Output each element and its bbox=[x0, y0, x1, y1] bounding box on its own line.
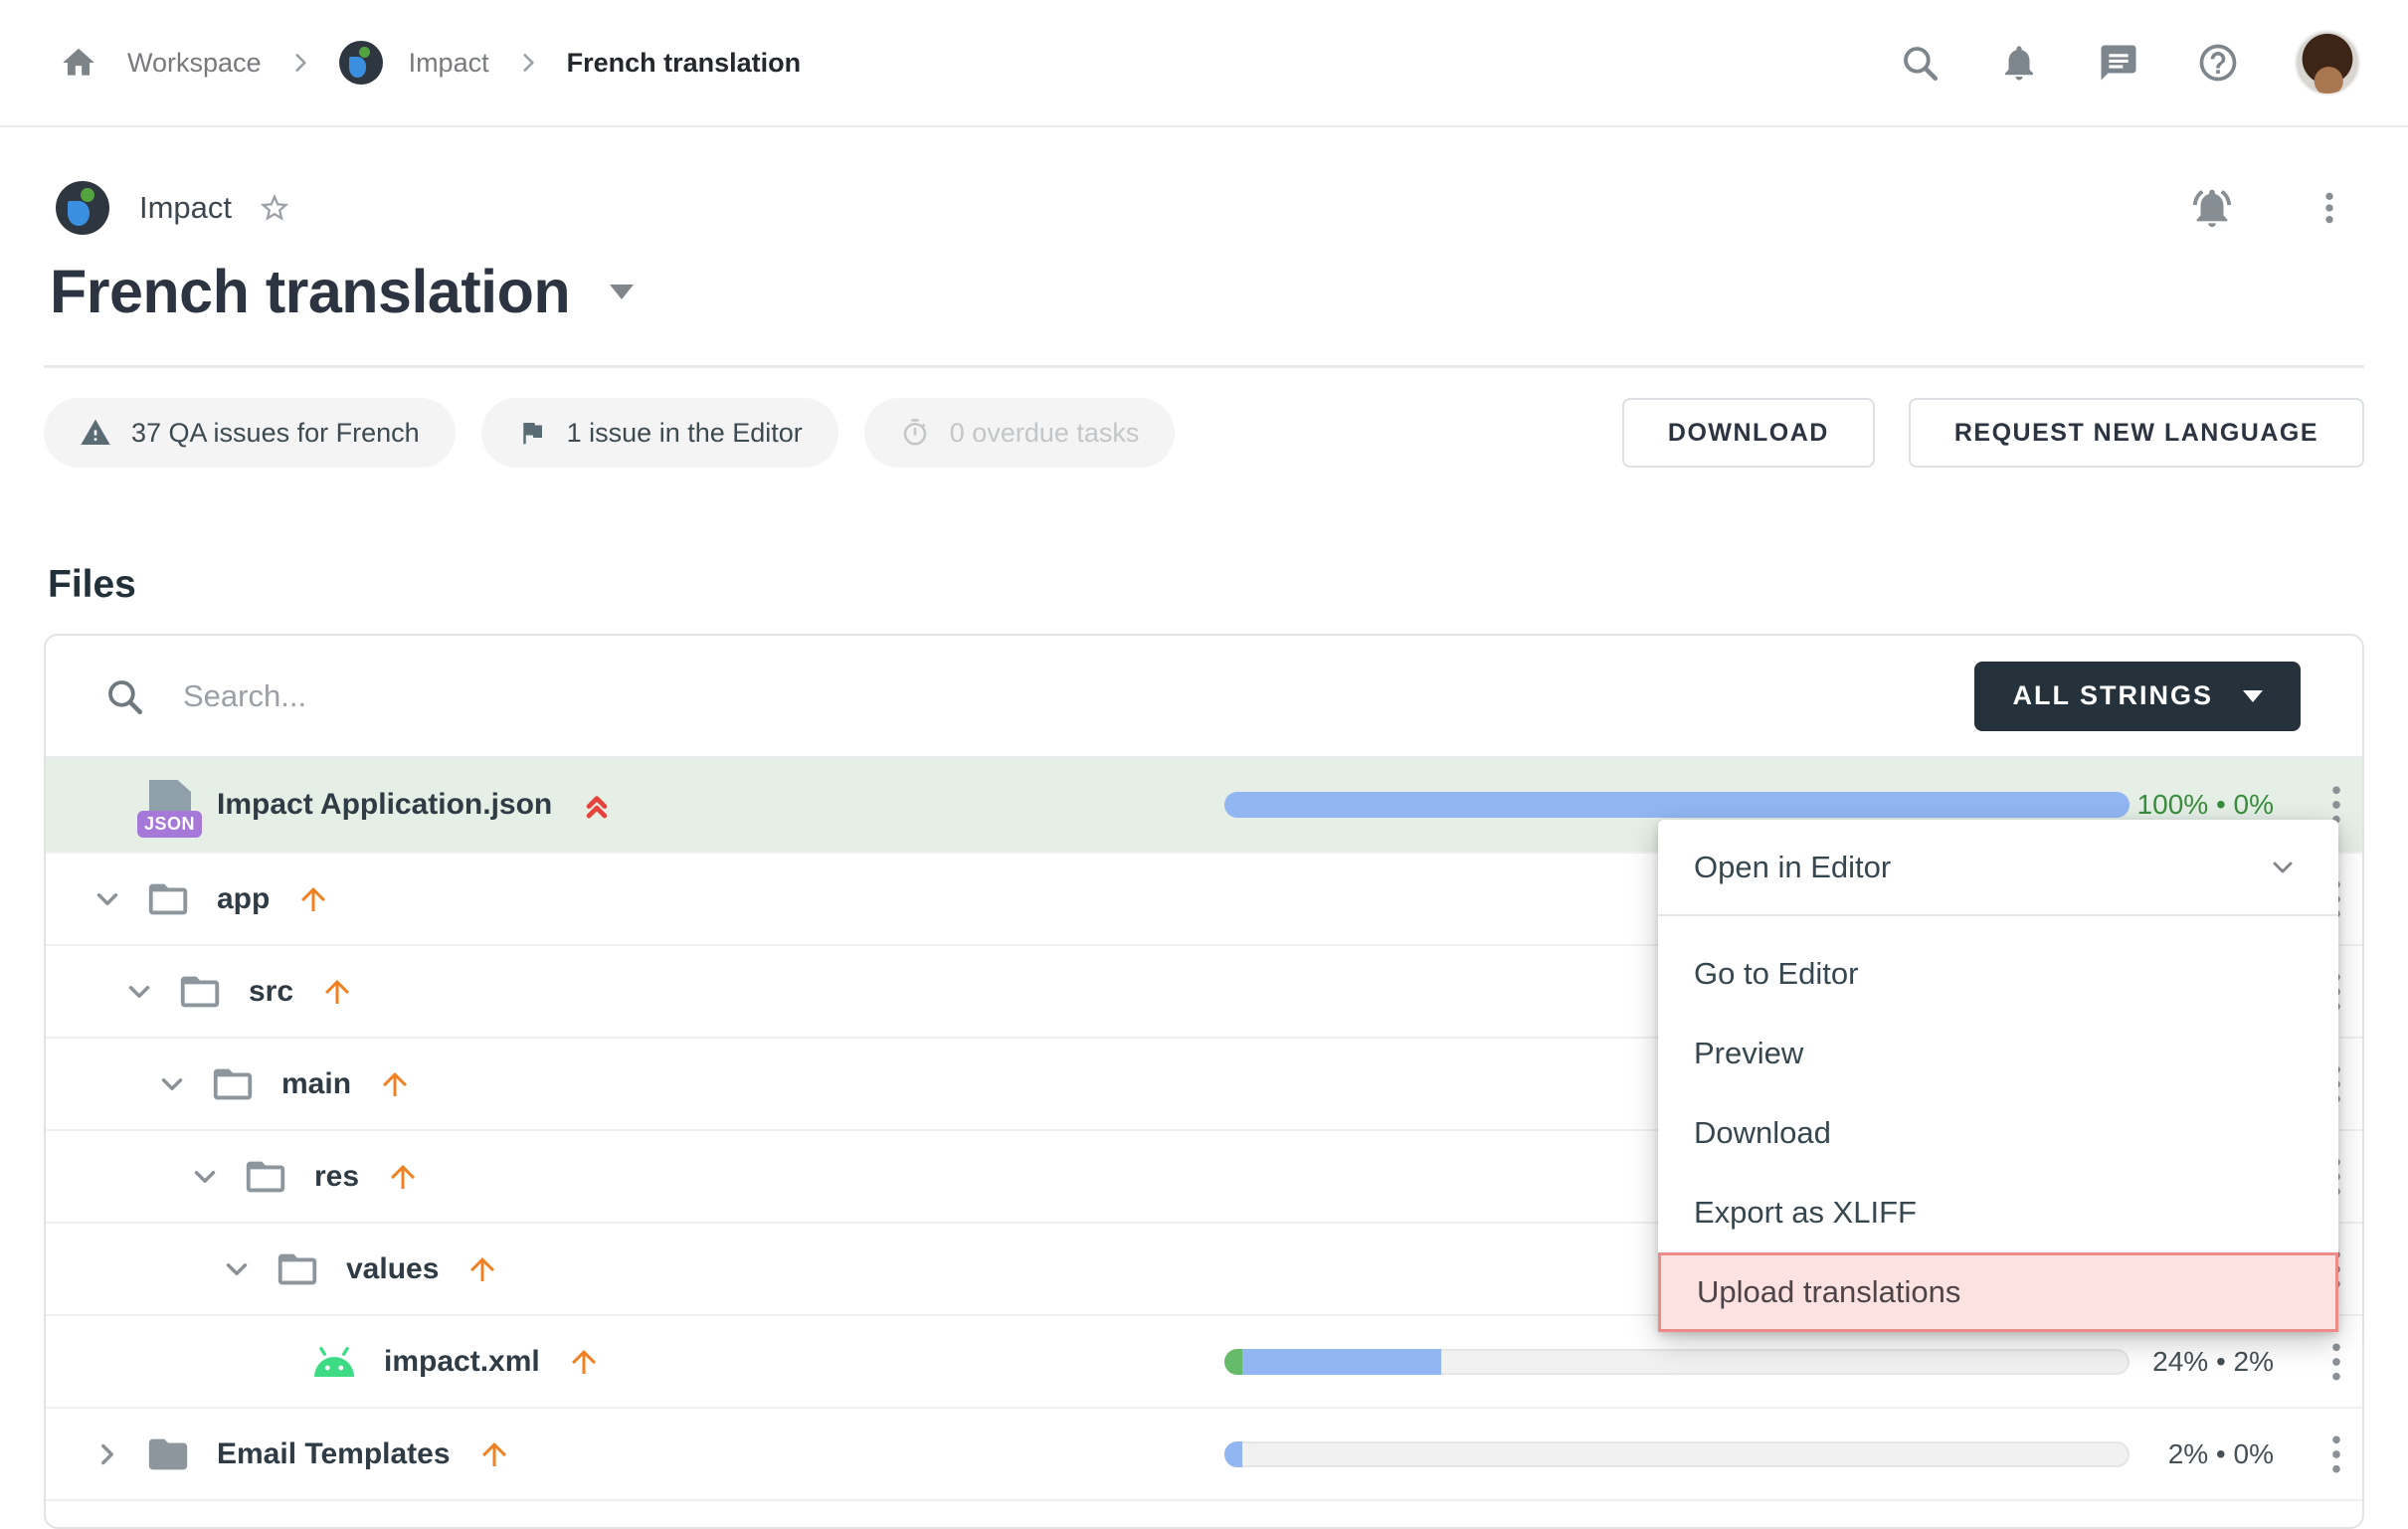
menu-item-download[interactable]: Download bbox=[1658, 1093, 2338, 1173]
chevron-right-icon[interactable] bbox=[88, 1437, 127, 1471]
header-divider bbox=[44, 365, 2364, 368]
project-name: Impact bbox=[139, 190, 232, 226]
folder-open-icon bbox=[145, 876, 191, 922]
search-icon bbox=[103, 675, 145, 717]
notifications-icon[interactable] bbox=[1996, 40, 2042, 86]
upload-arrow-icon[interactable] bbox=[295, 881, 331, 917]
overdue-tasks-chip: 0 overdue tasks bbox=[864, 398, 1176, 468]
double-arrow-up-icon bbox=[578, 786, 616, 824]
request-new-language-button[interactable]: REQUEST NEW LANGUAGE bbox=[1909, 398, 2364, 468]
folder-closed-icon bbox=[145, 1432, 191, 1477]
menu-item-preview[interactable]: Preview bbox=[1658, 1014, 2338, 1093]
upload-arrow-icon[interactable] bbox=[476, 1436, 512, 1472]
chevron-down-icon[interactable] bbox=[119, 975, 159, 1009]
upload-arrow-icon[interactable] bbox=[319, 974, 355, 1010]
file-name: res bbox=[314, 1160, 359, 1194]
breadcrumb: Workspace Impact French translation bbox=[56, 40, 801, 86]
notifications-active-icon[interactable] bbox=[2189, 185, 2235, 231]
chat-icon[interactable] bbox=[2096, 40, 2141, 86]
search-input[interactable]: Search... bbox=[183, 678, 306, 714]
json-file-icon: JSON bbox=[149, 780, 191, 830]
project-header: Impact bbox=[56, 181, 2352, 235]
timer-icon bbox=[900, 418, 930, 448]
search-icon[interactable] bbox=[1897, 40, 1943, 86]
file-name: src bbox=[249, 975, 293, 1009]
file-name: app bbox=[217, 882, 270, 916]
upload-arrow-icon[interactable] bbox=[566, 1344, 602, 1380]
breadcrumb-workspace[interactable]: Workspace bbox=[127, 48, 262, 79]
translation-stats: 2% • 0% bbox=[2075, 1438, 2274, 1470]
chevron-down-icon bbox=[2267, 852, 2299, 883]
chevron-right-icon bbox=[515, 50, 541, 76]
chevron-down-icon bbox=[2243, 690, 2263, 702]
android-icon bbox=[310, 1345, 358, 1379]
page-title: French translation bbox=[50, 257, 570, 326]
folder-open-icon bbox=[243, 1154, 288, 1200]
top-navigation-bar: Workspace Impact French translation bbox=[0, 0, 2408, 127]
file-context-menu: Open in Editor Go to Editor Preview Down… bbox=[1658, 820, 2338, 1332]
progress-bar bbox=[1224, 1441, 2130, 1467]
upload-arrow-icon[interactable] bbox=[464, 1251, 500, 1287]
file-name: Impact Application.json bbox=[217, 788, 552, 822]
file-row-email-templates[interactable]: Email Templates 2% • 0% bbox=[46, 1409, 2362, 1501]
progress-bar bbox=[1224, 792, 2130, 818]
home-icon[interactable] bbox=[56, 40, 101, 86]
menu-item-upload-translations[interactable]: Upload translations bbox=[1658, 1252, 2338, 1332]
file-name: Email Templates bbox=[217, 1437, 451, 1471]
file-name: impact.xml bbox=[384, 1345, 540, 1379]
project-logo bbox=[56, 181, 109, 235]
file-name: values bbox=[346, 1252, 439, 1286]
flag-icon bbox=[517, 418, 547, 448]
kebab-menu-icon[interactable] bbox=[2318, 1430, 2354, 1479]
kebab-menu-icon[interactable] bbox=[2307, 185, 2352, 231]
breadcrumb-project[interactable]: Impact bbox=[409, 48, 489, 79]
chevron-down-icon[interactable] bbox=[152, 1067, 192, 1101]
star-icon[interactable] bbox=[258, 191, 291, 225]
chevron-right-icon bbox=[287, 50, 313, 76]
project-avatar bbox=[339, 41, 383, 85]
menu-item-export-as-xliff[interactable]: Export as XLIFF bbox=[1658, 1173, 2338, 1252]
qa-issues-chip[interactable]: 37 QA issues for French bbox=[44, 398, 456, 468]
chevron-down-icon[interactable] bbox=[610, 285, 634, 299]
progress-bar bbox=[1224, 1349, 2130, 1375]
editor-issues-chip[interactable]: 1 issue in the Editor bbox=[481, 398, 838, 468]
chevron-down-icon[interactable] bbox=[88, 882, 127, 916]
strings-filter-button[interactable]: ALL STRINGS bbox=[1974, 662, 2301, 731]
breadcrumb-current: French translation bbox=[567, 48, 802, 79]
folder-open-icon bbox=[275, 1246, 320, 1292]
translation-stats: 100% • 0% bbox=[2075, 789, 2274, 821]
json-badge: JSON bbox=[137, 811, 202, 838]
folder-open-icon bbox=[210, 1061, 256, 1107]
user-avatar[interactable] bbox=[2295, 30, 2360, 96]
files-heading: Files bbox=[48, 563, 136, 607]
translation-stats: 24% • 2% bbox=[2075, 1346, 2274, 1378]
menu-item-open-in-editor[interactable]: Open in Editor bbox=[1658, 820, 2338, 914]
chevron-down-icon[interactable] bbox=[217, 1252, 257, 1286]
upload-arrow-icon[interactable] bbox=[377, 1066, 413, 1102]
upload-arrow-icon[interactable] bbox=[385, 1159, 421, 1195]
kebab-menu-icon[interactable] bbox=[2318, 1337, 2354, 1387]
folder-open-icon bbox=[177, 969, 223, 1015]
menu-item-go-to-editor[interactable]: Go to Editor bbox=[1658, 934, 2338, 1014]
chevron-down-icon[interactable] bbox=[185, 1160, 225, 1194]
file-name: main bbox=[281, 1067, 351, 1101]
help-icon[interactable] bbox=[2195, 40, 2241, 86]
download-button[interactable]: DOWNLOAD bbox=[1622, 398, 1875, 468]
warning-icon bbox=[80, 417, 111, 449]
